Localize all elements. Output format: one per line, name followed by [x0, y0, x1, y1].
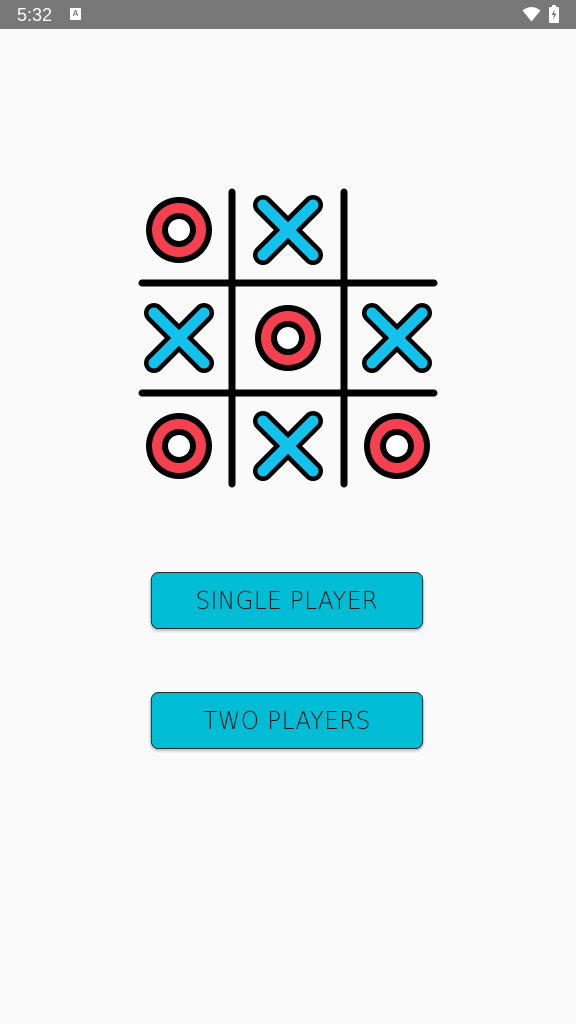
o-mark-icon: [146, 413, 212, 479]
x-mark-icon: [263, 421, 313, 471]
x-mark-icon: [263, 205, 313, 255]
notification-glyph: A: [72, 9, 79, 18]
battery-charging-icon: [549, 5, 559, 23]
x-mark-icon: [372, 313, 422, 363]
o-mark-icon: [364, 413, 430, 479]
o-mark-icon: [255, 305, 321, 371]
accessibility-a-icon: A: [70, 8, 81, 20]
status-time: 5:32: [17, 5, 53, 25]
o-mark-icon: [146, 197, 212, 263]
tic-tac-toe-board-icon: [138, 188, 438, 488]
single-player-button[interactable]: SINGLE PLAYER: [150, 572, 424, 629]
x-mark-icon: [154, 313, 204, 363]
status-bar: 5:32 A: [0, 0, 576, 29]
wifi-icon: [522, 7, 541, 22]
two-players-button[interactable]: TWO PLAYERS: [150, 692, 424, 749]
